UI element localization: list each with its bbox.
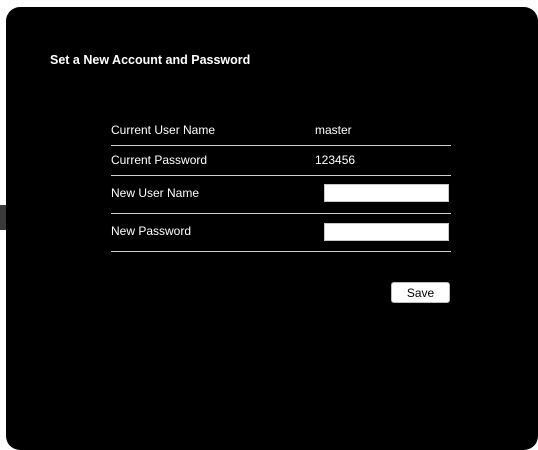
- current-user-name-value: master: [315, 123, 352, 137]
- row-new-user-name: New User Name: [111, 175, 451, 214]
- page-title: Set a New Account and Password: [50, 53, 251, 67]
- new-password-input[interactable]: [324, 223, 449, 241]
- new-user-name-label: New User Name: [111, 186, 200, 200]
- row-current-password: Current Password 123456: [111, 145, 451, 176]
- save-button[interactable]: Save: [391, 282, 450, 303]
- row-current-user-name: Current User Name master: [111, 121, 451, 146]
- row-new-password: New Password: [111, 213, 451, 252]
- settings-panel: Set a New Account and Password Current U…: [6, 7, 538, 450]
- current-password-value: 123456: [315, 153, 356, 167]
- current-password-label: Current Password: [111, 153, 208, 167]
- new-user-name-input[interactable]: [324, 184, 449, 202]
- current-user-name-label: Current User Name: [111, 123, 216, 137]
- new-password-label: New Password: [111, 224, 192, 238]
